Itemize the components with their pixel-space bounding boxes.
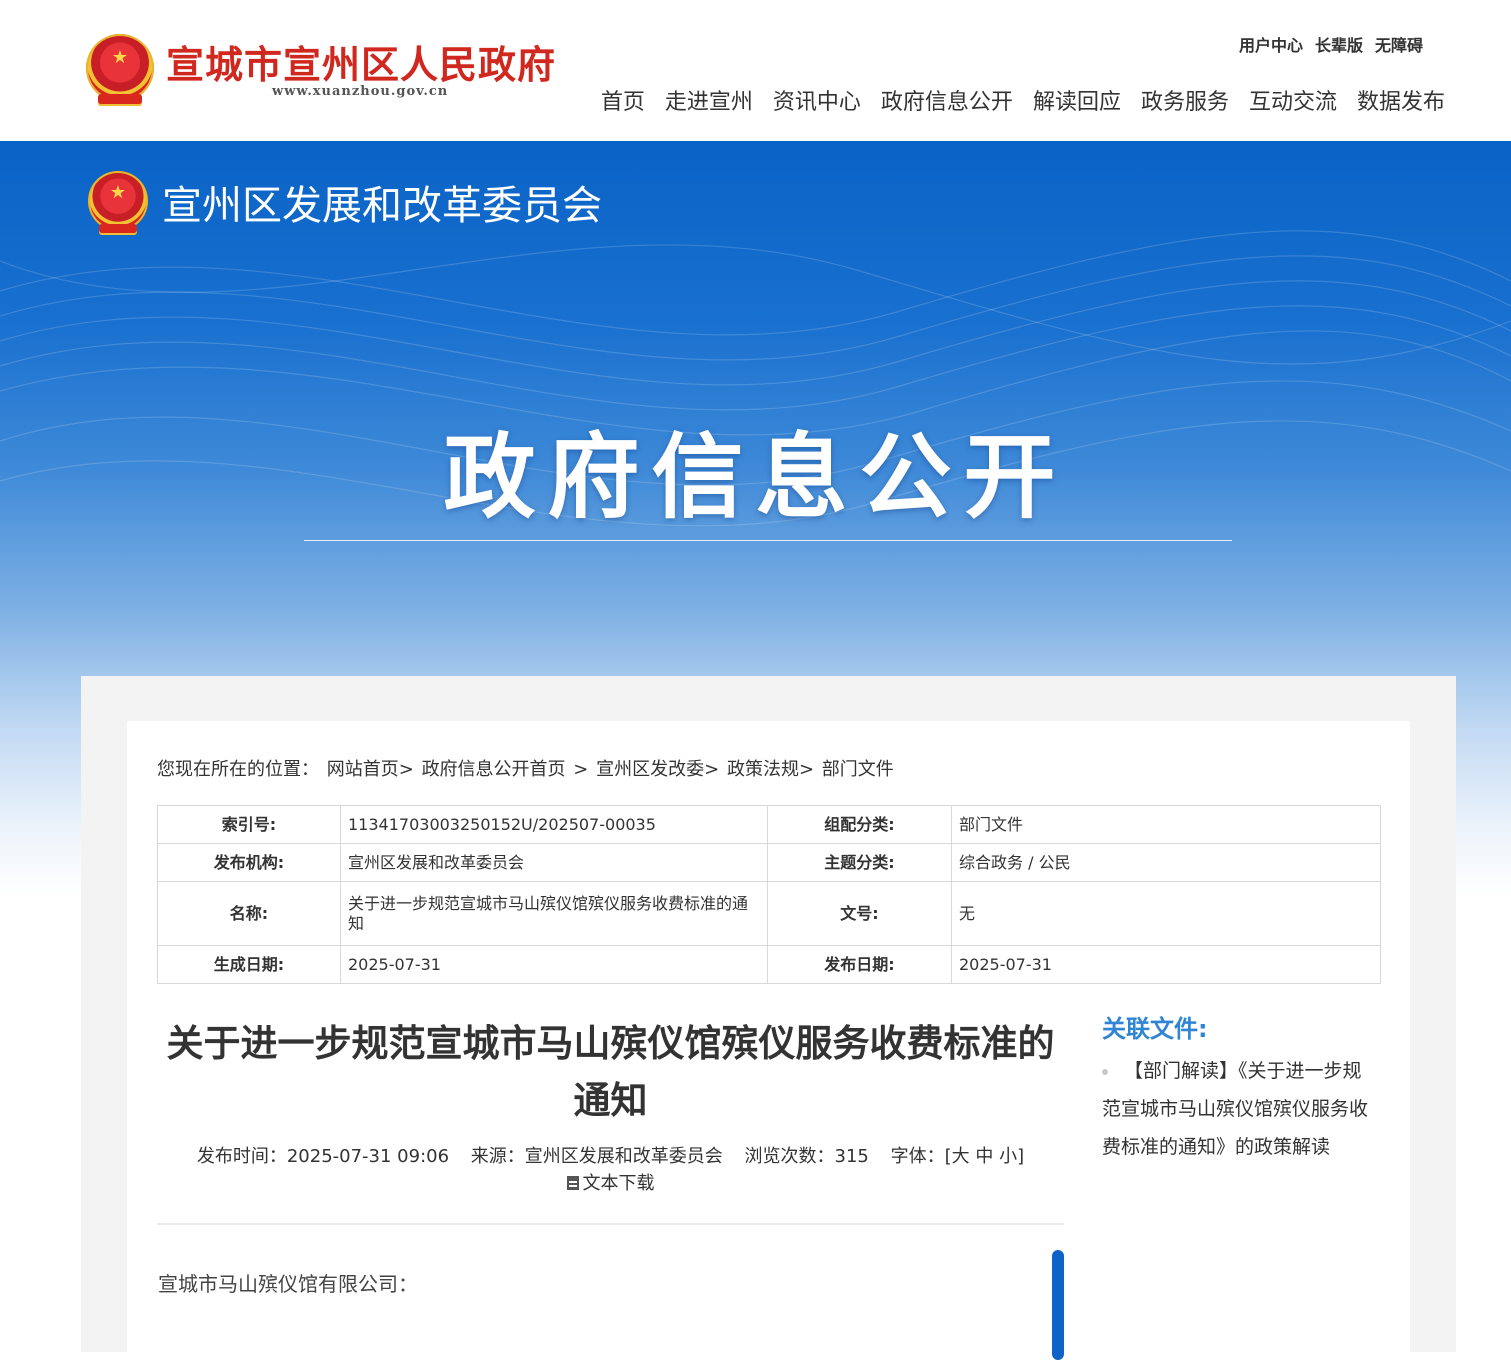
meta-label: 发布机构: [157, 843, 341, 882]
font-bracket: [ [944, 1146, 952, 1167]
document-meta-table: 索引号: 11341703003250152U/202507-00035 组配分… [157, 805, 1381, 984]
publish-time-value: 2025-07-31 09:06 [286, 1146, 450, 1167]
views-count: 315 [834, 1146, 869, 1167]
document-number-value: 无 [951, 881, 1381, 946]
top-links: 用户中心 长辈版 无障碍 [1239, 32, 1423, 56]
font-size-medium-button[interactable]: 中 [975, 1146, 993, 1167]
dept-title[interactable]: 宣州区发展和改革委员会 [162, 173, 602, 231]
section-title: 政府信息公开 [443, 424, 1068, 531]
article-meta: 发布时间：2025-07-31 09:06 来源：宣州区发展和改革委员会 浏览次… [157, 1143, 1064, 1197]
accessibility-link[interactable]: 无障碍 [1375, 32, 1423, 56]
banner-divider [304, 540, 1232, 541]
meta-label: 索引号: [157, 805, 341, 844]
meta-label: 组配分类: [767, 805, 952, 844]
breadcrumb-policy[interactable]: 政策法规> [727, 759, 814, 780]
meta-label: 主题分类: [767, 843, 952, 882]
nav-gov-services[interactable]: 政务服务 [1141, 84, 1229, 116]
related-files-heading: 关联文件: [1102, 1015, 1208, 1043]
breadcrumb-label: 您现在所在的位置： [157, 759, 319, 780]
breadcrumb-separator: > [573, 759, 589, 780]
font-size-label: 字体： [890, 1146, 945, 1167]
site-header: ★ 宣城市宣州区人民政府 www.xuanzhou.gov.cn 用户中心 长辈… [0, 0, 1511, 141]
table-row: 发布机构: 宣州区发展和改革委员会 主题分类: 综合政务 / 公民 [157, 843, 1381, 882]
source-value: 宣州区发展和改革委员会 [524, 1146, 723, 1167]
related-file-link[interactable]: 【部门解读】《关于进一步规范宣城市马山殡仪馆殡仪服务收费标准的通知》的政策解读 [1102, 1052, 1374, 1166]
category-value: 部门文件 [951, 805, 1381, 844]
table-row: 生成日期: 2025-07-31 发布日期: 2025-07-31 [157, 945, 1381, 984]
meta-label: 名称: [157, 881, 341, 946]
breadcrumb-dept-docs[interactable]: 部门文件 [822, 759, 894, 780]
published-date-value: 2025-07-31 [951, 945, 1381, 984]
scrollbar-thumb[interactable] [1052, 1250, 1064, 1360]
document-name-value: 关于进一步规范宣城市马山殡仪馆殡仪服务收费标准的通知 [340, 881, 768, 946]
nav-data-release[interactable]: 数据发布 [1357, 84, 1445, 116]
article-salutation: 宣城市马山殡仪馆有限公司： [158, 1272, 418, 1296]
site-url: www.xuanzhou.gov.cn [272, 84, 449, 99]
topic-value: 综合政务 / 公民 [951, 843, 1381, 882]
text-download-label: 文本下载 [582, 1173, 655, 1194]
breadcrumb-dept[interactable]: 宣州区发改委> [596, 759, 719, 780]
nav-interpretation[interactable]: 解读回应 [1033, 84, 1121, 116]
article-title: 关于进一步规范宣城市马山殡仪馆殡仪服务收费标准的通知 [166, 1022, 1055, 1122]
index-number-value: 11341703003250152U/202507-00035 [340, 805, 768, 844]
breadcrumb-info-disclosure-home[interactable]: 政府信息公开首页 [422, 759, 566, 780]
related-file-title: 【部门解读】《关于进一步规范宣城市马山殡仪馆殡仪服务收费标准的通知》的政策解读 [1102, 1060, 1369, 1158]
breadcrumb-site-home[interactable]: 网站首页> [327, 759, 414, 780]
meta-label: 生成日期: [157, 945, 341, 984]
source-label: 来源： [470, 1146, 525, 1167]
national-emblem-icon[interactable]: ★ [86, 34, 154, 107]
breadcrumb: 您现在所在的位置： 网站首页> 政府信息公开首页 > 宣州区发改委> 政策法规>… [157, 755, 896, 781]
created-date-value: 2025-07-31 [340, 945, 768, 984]
font-size-large-button[interactable]: 大 [952, 1146, 970, 1167]
nav-home[interactable]: 首页 [601, 84, 645, 116]
table-row: 名称: 关于进一步规范宣城市马山殡仪馆殡仪服务收费标准的通知 文号: 无 [157, 881, 1381, 946]
article-divider [157, 1223, 1064, 1225]
user-center-link[interactable]: 用户中心 [1239, 32, 1303, 56]
elderly-mode-link[interactable]: 长辈版 [1315, 32, 1363, 56]
bullet-icon [1102, 1068, 1108, 1075]
document-icon [566, 1176, 579, 1190]
text-download-button[interactable]: 文本下载 [566, 1173, 655, 1194]
nav-gov-info-disclosure[interactable]: 政府信息公开 [881, 84, 1013, 116]
font-size-small-button[interactable]: 小 [999, 1146, 1017, 1167]
nav-about-xuanzhou[interactable]: 走进宣州 [665, 84, 753, 116]
main-nav: 首页 走进宣州 资讯中心 政府信息公开 解读回应 政务服务 互动交流 数据发布 [601, 84, 1445, 116]
meta-label: 文号: [767, 881, 952, 946]
publisher-value: 宣州区发展和改革委员会 [340, 843, 768, 882]
font-bracket: ] [1017, 1146, 1025, 1167]
publish-time-label: 发布时间： [196, 1146, 287, 1167]
table-row: 索引号: 11341703003250152U/202507-00035 组配分… [157, 805, 1381, 844]
views-label: 浏览次数： [744, 1146, 835, 1167]
meta-label: 发布日期: [767, 945, 952, 984]
site-title[interactable]: 宣城市宣州区人民政府 [166, 34, 556, 89]
dept-emblem-icon[interactable]: ★ [88, 171, 148, 235]
nav-interaction[interactable]: 互动交流 [1249, 84, 1337, 116]
nav-news-center[interactable]: 资讯中心 [773, 84, 861, 116]
